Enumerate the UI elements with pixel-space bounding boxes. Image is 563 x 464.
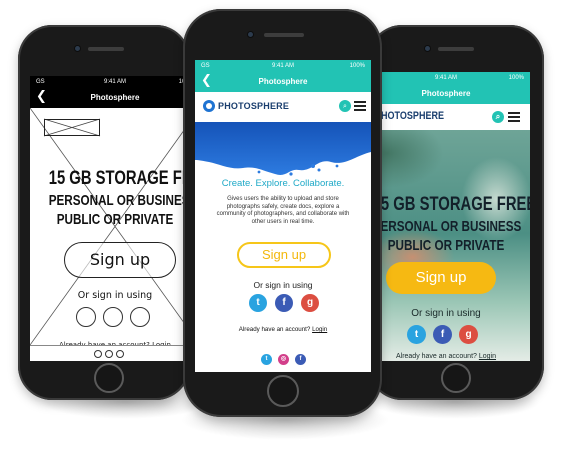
bottom-nav-dot-2[interactable]: [105, 350, 113, 358]
google-icon[interactable]: g: [301, 294, 319, 312]
status-bar: GS 9:41 AM 100%: [195, 60, 371, 72]
headline-line-2: PERSONAL OR BUSINESS: [48, 192, 198, 209]
speaker: [264, 33, 304, 37]
wireframe-screen: GS 9:41 AM 100% ❮ Photosphere 15 GB STOR…: [30, 76, 200, 361]
hamburger-menu-icon[interactable]: [508, 112, 520, 122]
bottom-nav-dot-3[interactable]: [116, 350, 124, 358]
clock: 9:41 AM: [103, 79, 126, 85]
nav-title: Photosphere: [421, 89, 471, 98]
phone-wireframe: GS 9:41 AM 100% ❮ Photosphere 15 GB STOR…: [18, 25, 200, 400]
front-camera: [424, 45, 431, 52]
signin-prompt: Or sign in using: [77, 290, 153, 301]
bottom-nav-dot-1[interactable]: [94, 350, 102, 358]
nav-bar: Photosphere: [362, 84, 530, 104]
twitter-icon[interactable]: t: [261, 354, 272, 365]
photo-screen: GS 9:41 AM 100% Photosphere PHOTOSPHERE …: [362, 72, 530, 361]
bottom-nav-placeholder: [30, 345, 200, 361]
home-button[interactable]: [267, 375, 299, 407]
brand-logo: PHOTOSPHERE: [375, 110, 445, 122]
mockup-stage: GS 9:41 AM 100% ❮ Photosphere 15 GB STOR…: [0, 0, 563, 464]
facebook-icon[interactable]: f: [275, 294, 293, 312]
app-description: Gives users the ability to upload and st…: [216, 196, 350, 225]
nav-title: Photosphere: [90, 93, 140, 102]
home-button[interactable]: [94, 363, 124, 393]
phone-app: GS 9:41 AM 100% ❮ Photosphere PHOTOSPHER…: [183, 9, 382, 417]
social-login-placeholder-3[interactable]: [130, 307, 150, 327]
phone-photo: GS 9:41 AM 100% Photosphere PHOTOSPHERE …: [362, 25, 544, 400]
clock: 9:41 AM: [434, 75, 457, 81]
speaker: [88, 47, 124, 51]
battery-level: 100%: [349, 63, 365, 69]
hamburger-menu-icon[interactable]: [354, 101, 366, 111]
twitter-icon[interactable]: t: [249, 294, 267, 312]
social-login-placeholder-1[interactable]: [76, 307, 96, 327]
signup-button[interactable]: Sign up: [237, 242, 331, 268]
brand-logo: PHOTOSPHERE: [218, 101, 290, 111]
login-link[interactable]: Login: [479, 353, 496, 360]
login-link[interactable]: Login: [312, 326, 327, 333]
signin-prompt: Or sign in using: [253, 280, 313, 290]
nav-bar: ❮ Photosphere: [30, 88, 200, 108]
app-screen: GS 9:41 AM 100% ❮ Photosphere PHOTOSPHER…: [195, 60, 371, 372]
nav-bar: ❮ Photosphere: [195, 72, 371, 92]
search-icon[interactable]: ⌕: [339, 100, 351, 112]
battery-level: 100%: [508, 75, 524, 81]
signin-prompt: Or sign in using: [411, 308, 481, 319]
front-camera: [74, 45, 81, 52]
speaker: [438, 47, 474, 51]
account-prompt: Already have an account? Login: [195, 326, 371, 333]
tagline: Create. Explore. Collaborate.: [221, 178, 345, 189]
account-prompt: Already have an account? Login: [362, 353, 530, 360]
status-bar: GS 9:41 AM 100%: [362, 72, 530, 84]
home-button[interactable]: [441, 363, 471, 393]
headline-line-1: 15 GB STORAGE FREE: [48, 168, 200, 189]
headline-line-2: PERSONAL OR BUSINESS: [372, 218, 522, 235]
twitter-icon[interactable]: t: [407, 325, 426, 344]
google-icon[interactable]: g: [459, 325, 478, 344]
headline-line-3: PUBLIC OR PRIVATE: [56, 211, 174, 228]
signup-button[interactable]: Sign up: [386, 262, 496, 294]
headline-line-1: 15 GB STORAGE FREE: [372, 194, 530, 215]
instagram-icon[interactable]: ◎: [278, 354, 289, 365]
account-text: Already have an account?: [238, 326, 311, 333]
app-header: PHOTOSPHERE ⌕: [362, 104, 530, 130]
clock: 9:41 AM: [271, 63, 294, 69]
signup-button[interactable]: Sign up: [64, 242, 176, 278]
social-login-placeholder-2[interactable]: [103, 307, 123, 327]
account-text: Already have an account?: [395, 353, 477, 360]
front-camera: [247, 31, 254, 38]
headline-line-3: PUBLIC OR PRIVATE: [387, 237, 505, 254]
logo-placeholder: [44, 119, 100, 136]
nav-title: Photosphere: [258, 77, 308, 86]
photosphere-logo-icon: [203, 100, 215, 112]
facebook-icon[interactable]: f: [295, 354, 306, 365]
search-icon[interactable]: ⌕: [492, 111, 504, 123]
facebook-icon[interactable]: f: [433, 325, 452, 344]
status-bar: GS 9:41 AM 100%: [30, 76, 200, 88]
app-header: PHOTOSPHERE ⌕: [195, 92, 371, 122]
